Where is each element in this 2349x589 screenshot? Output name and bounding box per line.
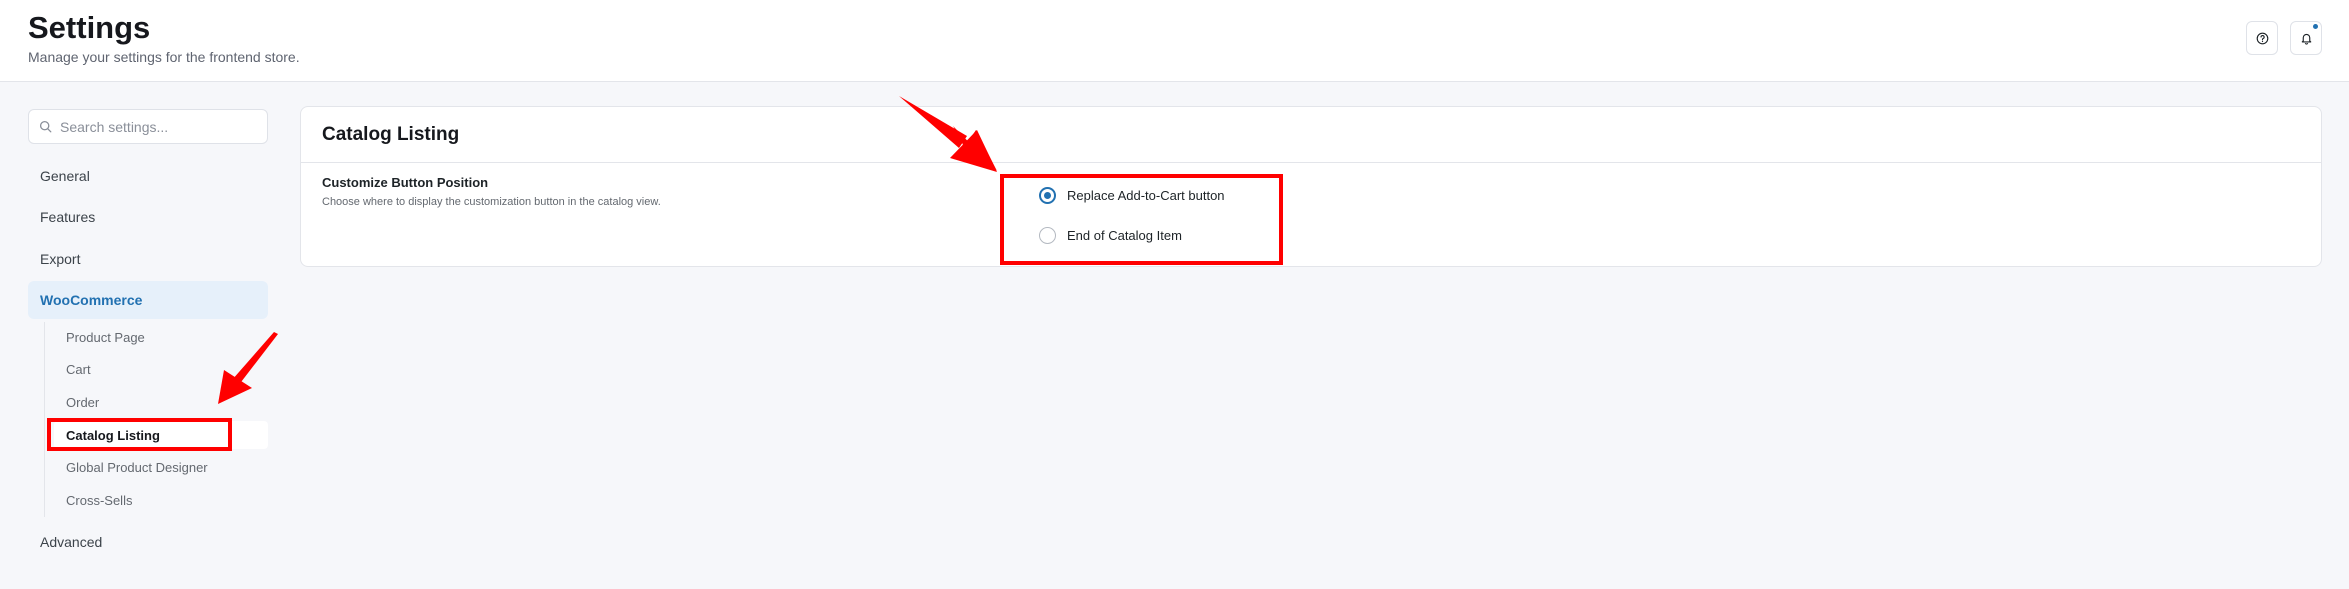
- sidebar-subitem-label: Cart: [66, 361, 91, 377]
- field-label: Customize Button Position: [322, 175, 489, 190]
- radio-option-end-of-catalog-item[interactable]: End of Catalog Item: [1039, 224, 1182, 246]
- settings-search[interactable]: [28, 109, 268, 144]
- notification-dot: [2313, 24, 2318, 29]
- sidebar-item-export[interactable]: Export: [28, 240, 268, 278]
- radio-button[interactable]: [1039, 186, 1056, 204]
- question-circle-icon: [2256, 32, 2268, 44]
- page-subtitle: Manage your settings for the frontend st…: [28, 49, 300, 65]
- notifications-button[interactable]: [2290, 21, 2322, 55]
- sidebar-subitem-label: Order: [66, 394, 100, 410]
- sidebar-item-woocommerce[interactable]: WooCommerce: [28, 281, 268, 319]
- sidebar-item-features[interactable]: Features: [28, 198, 268, 236]
- sidebar-item-label: Export: [40, 251, 81, 267]
- card-title: Catalog Listing: [322, 123, 460, 145]
- sidebar-item-general[interactable]: General: [28, 157, 268, 195]
- sidebar-item-label: Features: [40, 209, 96, 225]
- radio-label: End of Catalog Item: [1067, 227, 1182, 243]
- radio-button[interactable]: [1039, 226, 1056, 244]
- page-header: Settings Manage your settings for the fr…: [0, 0, 2349, 82]
- sidebar-subitem-catalog-listing[interactable]: Catalog Listing: [54, 421, 268, 449]
- sidebar-subitem-cross-sells[interactable]: Cross-Sells: [54, 486, 268, 514]
- sidebar-item-label: WooCommerce: [40, 292, 143, 308]
- sidebar-subitem-order[interactable]: Order: [54, 388, 268, 416]
- sidebar-subitem-label: Cross-Sells: [66, 492, 133, 508]
- sidebar-subitem-global-product-designer[interactable]: Global Product Designer: [54, 453, 268, 481]
- search-input[interactable]: [60, 118, 260, 135]
- sidebar-item-label: Advanced: [40, 534, 103, 550]
- radio-label: Replace Add-to-Cart button: [1067, 187, 1225, 203]
- bell-icon: [2301, 33, 2311, 45]
- sidebar-subitem-cart[interactable]: Cart: [54, 355, 268, 383]
- radio-option-replace-add-to-cart[interactable]: Replace Add-to-Cart button: [1039, 184, 1225, 206]
- sidebar-subitem-label: Product Page: [66, 329, 145, 345]
- card-header: Catalog Listing: [301, 107, 2321, 163]
- field-description: Choose where to display the customizatio…: [322, 196, 661, 208]
- settings-card: Catalog Listing Customize Button Positio…: [300, 106, 2322, 267]
- page-title: Settings: [28, 10, 151, 45]
- help-button[interactable]: [2246, 21, 2278, 55]
- search-icon: [39, 120, 52, 133]
- sidebar-item-advanced[interactable]: Advanced: [28, 523, 268, 561]
- sidebar-subitem-label: Catalog Listing: [66, 427, 160, 443]
- sidebar-item-label: General: [40, 168, 90, 184]
- sidebar-subitem-label: Global Product Designer: [66, 459, 208, 475]
- sidebar-subitem-product-page[interactable]: Product Page: [54, 323, 268, 351]
- submenu-divider: [44, 322, 45, 517]
